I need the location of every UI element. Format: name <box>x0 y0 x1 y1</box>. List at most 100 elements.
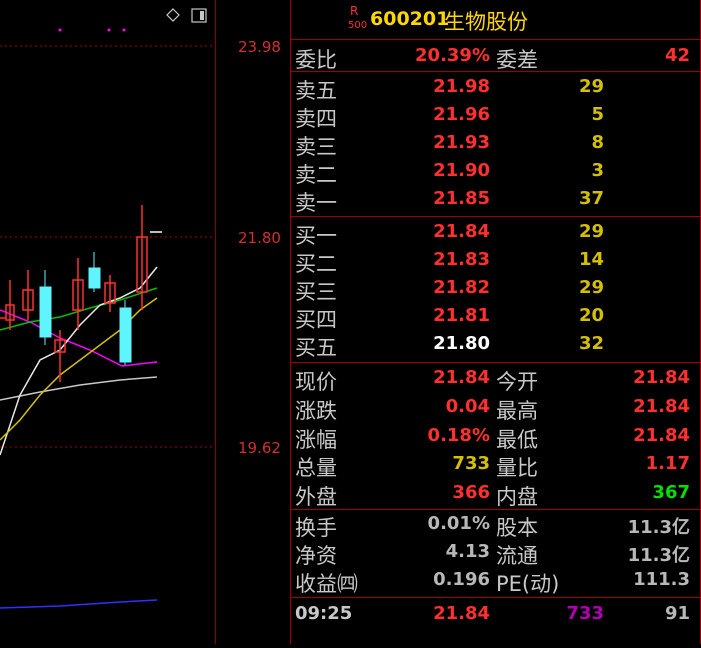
eps-label: 收益㈣ <box>295 572 358 596</box>
kline-chart[interactable] <box>0 0 215 644</box>
extra-row-turnover: 换手 0.01% 股本 11.3亿 <box>291 511 701 540</box>
separator <box>291 509 701 510</box>
weicha-value: 42 <box>664 45 690 66</box>
buy-label: 买二 <box>295 252 337 276</box>
r-badge: R <box>350 4 359 18</box>
separator <box>291 216 701 217</box>
candle-down <box>39 286 52 338</box>
current-price-value: 21.84 <box>433 367 490 388</box>
net-asset-value: 4.13 <box>445 541 490 562</box>
stat-row-change: 涨跌 0.04 最高 21.84 <box>291 394 701 423</box>
stat-row-disk: 外盘 366 内盘 367 <box>291 480 701 509</box>
buy-level-5[interactable]: 买五 21.80 32 <box>291 331 701 360</box>
change-label: 涨跌 <box>295 399 337 423</box>
sell-level-1[interactable]: 卖一 21.85 37 <box>291 186 701 215</box>
stock-name: 生物股份 <box>444 10 528 34</box>
separator <box>291 71 701 72</box>
buy-qty: 29 <box>578 221 604 242</box>
inner-disk-value: 367 <box>652 482 690 503</box>
sell-qty: 5 <box>591 104 604 125</box>
sell-level-4[interactable]: 卖四 21.96 5 <box>291 102 701 131</box>
open-label: 今开 <box>496 370 538 394</box>
marker-dot <box>122 28 126 32</box>
share-capital-label: 股本 <box>496 516 538 540</box>
volume-ratio-value: 1.17 <box>645 453 690 474</box>
marker-dot <box>58 28 62 32</box>
change-pct-label: 涨幅 <box>295 428 337 452</box>
total-volume-value: 733 <box>452 453 490 474</box>
sell-level-2[interactable]: 卖二 21.90 3 <box>291 158 701 187</box>
buy-qty: 32 <box>578 333 604 354</box>
tick-price: 21.84 <box>433 603 490 624</box>
tick-volume: 733 <box>566 603 604 624</box>
sell-price: 21.96 <box>433 104 490 125</box>
low-label: 最低 <box>496 428 538 452</box>
buy-label: 买一 <box>295 224 337 248</box>
sell-price: 21.90 <box>433 160 490 181</box>
diamond-icon[interactable] <box>166 8 180 22</box>
share-capital-value: 11.3亿 <box>627 517 690 538</box>
sell-price: 21.93 <box>433 132 490 153</box>
buy-price: 21.80 <box>433 333 490 354</box>
buy-price: 21.82 <box>433 277 490 298</box>
sell-level-3[interactable]: 卖三 21.93 8 <box>291 130 701 159</box>
candle-down <box>88 267 101 289</box>
float-value: 11.3亿 <box>627 545 690 566</box>
stat-row-pct: 涨幅 0.18% 最低 21.84 <box>291 423 701 452</box>
r-badge-sub: 500 <box>348 20 368 31</box>
sell-label: 卖一 <box>295 191 337 215</box>
tick-count: 91 <box>664 603 690 624</box>
sell-label: 卖五 <box>295 79 337 103</box>
buy-price: 21.83 <box>433 249 490 270</box>
high-label: 最高 <box>496 399 538 423</box>
sell-label: 卖三 <box>295 135 337 159</box>
buy-qty: 14 <box>578 249 604 270</box>
change-value: 0.04 <box>445 396 490 417</box>
extra-row-netasset: 净资 4.13 流通 11.3亿 <box>291 539 701 568</box>
panel-toggle-icon-fill <box>200 11 204 20</box>
buy-level-1[interactable]: 买一 21.84 29 <box>291 219 701 248</box>
candle-down <box>119 307 132 363</box>
stat-row-volume: 总量 733 量比 1.17 <box>291 451 701 480</box>
change-pct-value: 0.18% <box>427 425 490 446</box>
separator <box>291 597 701 598</box>
tick-row[interactable]: 09:25 21.84 733 91 <box>291 601 701 629</box>
stat-row-price: 现价 21.84 今开 21.84 <box>291 365 701 394</box>
stock-header: R 500 600201 生物股份 <box>291 2 701 38</box>
separator <box>291 362 701 363</box>
extra-row-eps: 收益㈣ 0.196 PE(动) 111.3 <box>291 567 701 596</box>
sell-price: 21.85 <box>433 188 490 209</box>
buy-level-4[interactable]: 买四 21.81 20 <box>291 303 701 332</box>
buy-label: 买三 <box>295 280 337 304</box>
buy-level-3[interactable]: 买三 21.82 29 <box>291 275 701 304</box>
price-label-mid: 21.80 <box>238 229 281 247</box>
turnover-value: 0.01% <box>427 513 490 534</box>
tick-time: 09:25 <box>295 603 353 624</box>
open-value: 21.84 <box>633 367 690 388</box>
marker-dot <box>107 28 111 32</box>
buy-price: 21.84 <box>433 221 490 242</box>
pe-label: PE(动) <box>496 572 560 596</box>
outer-disk-label: 外盘 <box>295 485 337 509</box>
low-value: 21.84 <box>633 425 690 446</box>
current-price-label: 现价 <box>295 370 337 394</box>
pe-value: 111.3 <box>633 569 690 590</box>
stock-code: 600201 <box>370 8 450 30</box>
buy-level-2[interactable]: 买二 21.83 14 <box>291 247 701 276</box>
separator <box>291 39 701 40</box>
turnover-label: 换手 <box>295 516 337 540</box>
sell-qty: 8 <box>591 132 604 153</box>
sell-qty: 37 <box>578 188 604 209</box>
buy-qty: 20 <box>578 305 604 326</box>
eps-value: 0.196 <box>433 569 490 590</box>
weibi-label: 委比 <box>295 48 337 72</box>
buy-qty: 29 <box>578 277 604 298</box>
float-label: 流通 <box>496 544 538 568</box>
inner-disk-label: 内盘 <box>496 485 538 509</box>
net-asset-label: 净资 <box>295 544 337 568</box>
sell-qty: 29 <box>578 76 604 97</box>
buy-price: 21.81 <box>433 305 490 326</box>
sell-label: 卖四 <box>295 107 337 131</box>
buy-label: 买五 <box>295 336 337 360</box>
sell-level-5[interactable]: 卖五 21.98 29 <box>291 74 701 103</box>
